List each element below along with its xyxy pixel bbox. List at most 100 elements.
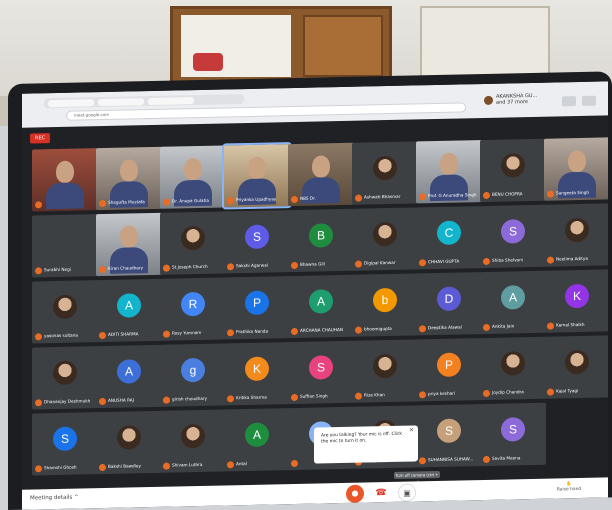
participant-name-text: Kamal Shaikh <box>556 321 585 328</box>
participant-tile[interactable]: Dr. Anupa Gulatia <box>160 145 226 209</box>
participant-tile[interactable]: A ANUSHA RAJ <box>96 344 162 409</box>
profile-sub: and 37 more <box>496 99 528 106</box>
participant-name: ADITI SHARMA <box>99 330 161 339</box>
participant-tile[interactable]: K Kritika Sharma <box>224 342 290 406</box>
end-call-icon[interactable]: ☎ <box>372 483 390 503</box>
participant-name: Surabhi Negi <box>35 265 97 274</box>
participant-name: Dhananjay Deshmukh <box>35 397 97 406</box>
participant-name: Prof. G Anuradha Singh <box>419 191 481 200</box>
participant-tile[interactable]: Ashwati Bhasmar <box>352 141 418 205</box>
participant-name: Shamshi Ghosh <box>35 463 97 472</box>
participant-name-text: Ankita Jain <box>492 323 515 329</box>
participant-name-text: CHHAVI GUPTA <box>428 258 460 265</box>
participant-name-text: Digipal Kanwar <box>364 259 396 266</box>
participant-name-text: Shiba Shelvani <box>492 257 523 263</box>
participant-name: Digipal Kanwar <box>355 258 417 268</box>
browser-tab[interactable] <box>98 98 144 107</box>
avatar: A <box>117 359 141 384</box>
participant-tile[interactable]: S Suffian Singh <box>288 340 354 405</box>
avatar <box>565 349 589 375</box>
participant-name: Suffian Singh <box>291 392 353 401</box>
mic-off-icon <box>163 264 170 272</box>
participant-tile[interactable]: Riza Khan <box>352 339 418 403</box>
participant-tile[interactable]: A Antal <box>224 408 290 472</box>
participant-tile[interactable]: Shivam Luthra <box>160 409 226 473</box>
participant-tile[interactable]: C CHHAVI GUPTA <box>416 206 482 270</box>
participant-tile[interactable]: Surabhi Negi <box>32 214 98 278</box>
meeting-details-button[interactable]: Meeting details ^ <box>30 495 79 502</box>
participant-tile[interactable]: b bhoomigupta <box>352 273 418 337</box>
participant-tile[interactable]: Kajal Tyagi <box>544 335 608 399</box>
participant-face <box>120 225 138 248</box>
participant-tile[interactable]: D Deeptika Alawal <box>416 272 482 336</box>
cabinet-door <box>303 15 383 77</box>
participant-name: Prathika Nanda <box>227 327 289 336</box>
participant-tile[interactable]: Ppriya keshari <box>416 338 482 402</box>
people-icon[interactable] <box>562 96 576 107</box>
participant-name: St.Joseph Church <box>163 262 225 272</box>
participant-tile[interactable]: A ARCHANA CHAUHAN <box>288 274 354 339</box>
participant-tile[interactable]: A ADITI SHARMA <box>96 278 162 343</box>
participant-name-text: Deeptika Alawal <box>428 324 462 331</box>
participant-tile[interactable]: S SUHANNISA SUHAW... <box>416 404 482 468</box>
participant-tile[interactable]: BENU CHOPRA <box>480 138 546 203</box>
mic-off-icon <box>227 328 234 336</box>
avatar: R <box>181 291 205 317</box>
participant-tile[interactable]: S Sakshi Agarwal <box>224 210 290 274</box>
mic-off-icon[interactable]: ● <box>346 484 364 503</box>
participant-tile[interactable]: Dhananjay Deshmukh <box>32 346 98 410</box>
participant-tile[interactable]: Prof. G Anuradha Singh <box>416 140 482 204</box>
participant-tile[interactable] <box>32 148 98 212</box>
browser-tab[interactable] <box>148 97 194 106</box>
participant-name-text: Antal <box>236 460 247 467</box>
mic-off-icon <box>163 198 170 206</box>
mic-off-icon <box>99 397 106 405</box>
participant-tile[interactable]: A Ankita Jain <box>480 270 546 335</box>
close-icon[interactable]: × <box>409 426 414 433</box>
avatar: S <box>53 426 77 452</box>
mic-off-icon <box>227 460 234 468</box>
camera-icon[interactable]: ▣ <box>398 483 416 502</box>
address-text: meet.google.com <box>74 111 110 118</box>
participant-name: Sangeeta Singh <box>547 188 608 198</box>
participant-tile[interactable]: Bakshi Bawdley <box>96 410 162 475</box>
participant-tile[interactable]: Sangeeta Singh <box>544 137 608 201</box>
participant-tile[interactable]: R Rosy Yumnam <box>160 277 226 341</box>
participant-tile[interactable]: g girish choudhary <box>160 343 226 407</box>
avatar <box>53 294 77 320</box>
mic-off-icon <box>291 195 298 203</box>
participant-tile[interactable]: Kiran Chaudhary <box>96 212 162 277</box>
participant-tile[interactable]: S Shamshi Ghosh <box>32 412 98 476</box>
participant-tile[interactable]: Neelima Aditya <box>544 203 608 267</box>
browser-tab[interactable] <box>48 99 94 108</box>
participant-name: Joydip Chandra <box>483 388 545 397</box>
raise-hand-button[interactable]: ✋ Raise hand <box>554 482 584 493</box>
participant-tile[interactable]: S Shiba Shelvani <box>480 204 546 269</box>
wooden-shelf <box>170 6 392 86</box>
participant-name: Rosy Yumnam <box>163 328 225 338</box>
laptop: meet.google.com AKANKSHA GU... and 37 mo… <box>8 71 612 510</box>
chat-icon[interactable] <box>582 95 596 106</box>
participant-tile[interactable]: yasonas sultana <box>32 280 98 344</box>
participant-tile[interactable]: P Prathika Nanda <box>224 276 290 340</box>
participant-tile[interactable]: B Bhawna Gill <box>288 208 354 273</box>
participant-tile[interactable]: Digipal Kanwar <box>352 207 418 271</box>
participant-tile[interactable]: Joydip Chandra <box>480 336 546 401</box>
participant-name-text: yasonas sultana <box>44 332 78 339</box>
participant-name-text: Savita Meena <box>492 455 521 461</box>
participant-name: Dr. Anupa Gulatia <box>163 196 225 206</box>
participant-name-text: Shagufta Mustafa <box>108 199 145 205</box>
avatar: S <box>437 418 461 444</box>
participant-tile[interactable]: St.Joseph Church <box>160 211 226 275</box>
mic-off-icon <box>355 194 362 202</box>
participant-name: bhoomigupta <box>355 324 417 334</box>
participant-name-text: Neelima Aditya <box>556 255 588 262</box>
participant-tile[interactable]: Priyanka Upadhyay <box>222 142 292 210</box>
participant-tile[interactable]: Shagufta Mustafa <box>96 146 162 211</box>
participant-grid: Shagufta Mustafa Dr. Anupa Gulatia Priyank… <box>32 137 608 476</box>
participant-tile[interactable]: S Savita Meena <box>480 402 546 467</box>
mic-off-icon <box>291 459 298 467</box>
participant-tile[interactable]: NBS Dr. <box>288 142 354 207</box>
participant-face <box>184 157 202 181</box>
participant-tile[interactable]: K Kamal Shaikh <box>544 269 608 333</box>
